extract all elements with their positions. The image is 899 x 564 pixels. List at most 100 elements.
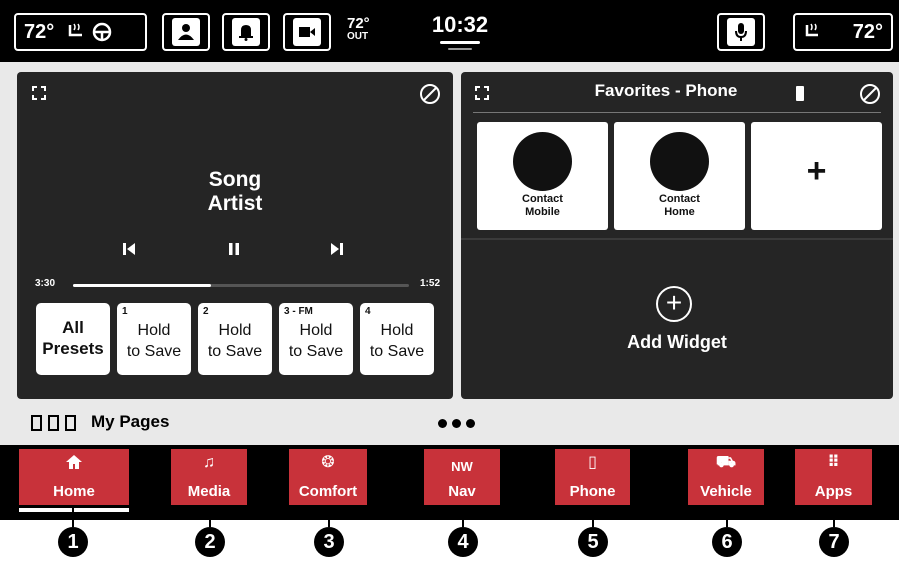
clock-underline-secondary [448,48,472,50]
compass-icon: NW [451,459,473,474]
callout-marker: 1 [58,527,88,557]
preset-label: Hold to Save [360,320,434,362]
camera-icon [293,18,321,46]
nav-media[interactable]: ♫ Media [171,449,247,505]
nav-label: Apps [814,483,853,500]
nav-comfort[interactable]: ❂ Comfort [289,449,367,505]
remove-widget-icon[interactable] [860,84,880,104]
page-dot[interactable] [452,419,461,428]
pause-icon[interactable] [227,242,241,256]
preset-line2: to Save [288,343,344,360]
steering-wheel-heat-icon [93,22,112,42]
contact-line2: Home [664,206,695,218]
preset-line2: to Save [207,343,263,360]
nav-vehicle[interactable]: ⛟ Vehicle [688,449,764,505]
progress-fill [73,284,211,287]
profile-button[interactable] [162,13,210,51]
contact-name: Contact Home [614,193,745,219]
microphone-icon [727,18,755,46]
nav-label: Nav [448,483,476,500]
preset-3-button[interactable]: 3 - FM Hold to Save [279,303,353,375]
passenger-climate-button[interactable]: 72° [793,13,893,51]
now-playing: Song Artist [17,168,453,216]
battery-icon [796,86,804,101]
driver-climate-button[interactable]: 72° [14,13,147,51]
nav-nav[interactable]: NW Nav [424,449,500,505]
page-icon[interactable] [48,415,59,431]
preset-line1: Hold [299,322,333,339]
notifications-button[interactable] [222,13,270,51]
song-title: Song [208,168,262,191]
favorites-title: Favorites - Phone [594,81,738,100]
page-dot[interactable] [466,419,475,428]
preset-label: Hold to Save [117,320,191,362]
preset-number: 1 [122,306,128,317]
nav-label: Phone [569,483,616,500]
nav-label: Media [187,483,231,500]
callout-line [726,505,728,527]
outside-temp-label: OUT [347,31,369,42]
nav-home[interactable]: Home [19,449,129,505]
preset-line2: to Save [369,343,425,360]
preset-label: All Presets [36,317,110,359]
heated-seat-icon [805,23,818,37]
nav-phone[interactable]: ▯ Phone [555,449,630,505]
callout-line [592,505,594,527]
voice-button[interactable] [717,13,765,51]
nav-apps[interactable]: ⠿ Apps [795,449,872,505]
outside-temp-value: 72° [347,15,370,32]
vehicle-icon: ⛟ [715,454,737,471]
page-icon[interactable] [31,415,42,431]
callout-line [209,505,211,527]
nav-label: Home [53,483,95,500]
nav-label: Vehicle [700,483,752,500]
page-icon[interactable] [65,415,76,431]
nav-label: Comfort [298,483,358,500]
preset-number: 3 - FM [284,306,313,317]
callout-line [462,505,464,527]
all-presets-button[interactable]: All Presets [36,303,110,375]
preset-1-button[interactable]: 1 Hold to Save [117,303,191,375]
heated-seat-icon [69,23,83,37]
artist-name: Artist [207,192,263,215]
apps-grid-icon: ⠿ [827,454,840,471]
divider [461,238,893,240]
progress-bar[interactable] [73,284,409,287]
preset-2-button[interactable]: 2 Hold to Save [198,303,272,375]
add-widget-icon[interactable]: + [656,286,692,322]
preset-number: 2 [203,306,209,317]
contact-mobile-tile[interactable]: Contact Mobile [477,122,608,230]
preset-line1: Hold [137,322,171,339]
clock: 10:32 [431,12,489,37]
contact-line1: Contact [659,193,700,205]
notification-bell-icon [232,18,260,46]
music-note-icon: ♫ [203,454,215,471]
previous-track-icon[interactable] [122,242,136,256]
contact-line1: Contact [522,193,563,205]
preset-line1: All [62,318,84,337]
elapsed-time: 3:30 [35,278,56,289]
callout-marker: 7 [819,527,849,557]
add-widget-label[interactable]: Add Widget [461,332,893,353]
my-pages-label[interactable]: My Pages [91,412,169,432]
page-dot[interactable] [438,419,447,428]
camera-button[interactable] [283,13,331,51]
expand-icon[interactable] [475,86,489,100]
contact-line2: Mobile [525,206,560,218]
next-track-icon[interactable] [330,242,344,256]
contact-avatar [513,132,572,191]
contact-home-tile[interactable]: Contact Home [614,122,745,230]
status-bar: 72° 72° OUT 10:32 72° [0,0,899,62]
add-favorite-tile[interactable]: + [751,122,882,230]
callout-line [72,505,74,527]
comfort-icon: ❂ [321,454,335,471]
plus-icon: + [806,152,827,190]
preset-4-button[interactable]: 4 Hold to Save [360,303,434,375]
expand-icon[interactable] [32,86,46,100]
remove-widget-icon[interactable] [420,84,440,104]
driver-temp: 72° [24,20,55,43]
divider [473,112,881,113]
home-icon [66,455,82,469]
infotainment-screen: 72° 72° OUT 10:32 72° Song Artist 3:30 1… [0,0,899,520]
clock-underline [440,41,480,44]
